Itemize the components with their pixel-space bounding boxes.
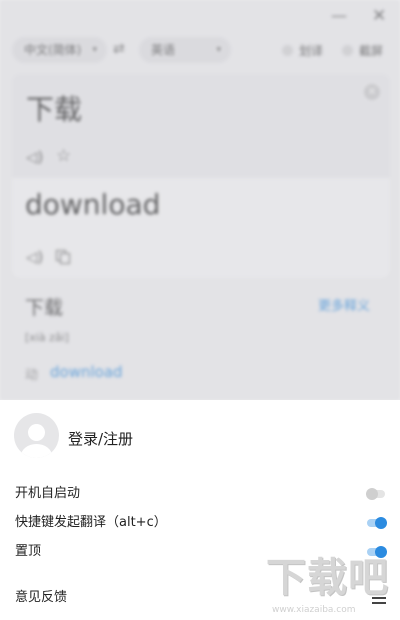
autostart-label: 开机自启动 [15, 486, 81, 501]
pin-on-top-toggle[interactable] [367, 546, 387, 558]
dim-overlay[interactable] [0, 0, 400, 400]
login-register-link[interactable]: 登录/注册 [68, 428, 133, 449]
settings-panel: 登录/注册 开机自启动 快捷键发起翻译（alt+c） 置顶 意见反馈 [0, 400, 400, 620]
hotkey-translate-label: 快捷键发起翻译（alt+c） [15, 515, 167, 530]
feedback-link[interactable]: 意见反馈 [15, 589, 67, 607]
hotkey-translate-toggle[interactable] [367, 517, 387, 529]
menu-icon[interactable] [372, 592, 386, 604]
autostart-toggle[interactable] [366, 488, 385, 500]
avatar-icon[interactable] [14, 413, 59, 458]
pin-on-top-label: 置顶 [15, 544, 42, 559]
